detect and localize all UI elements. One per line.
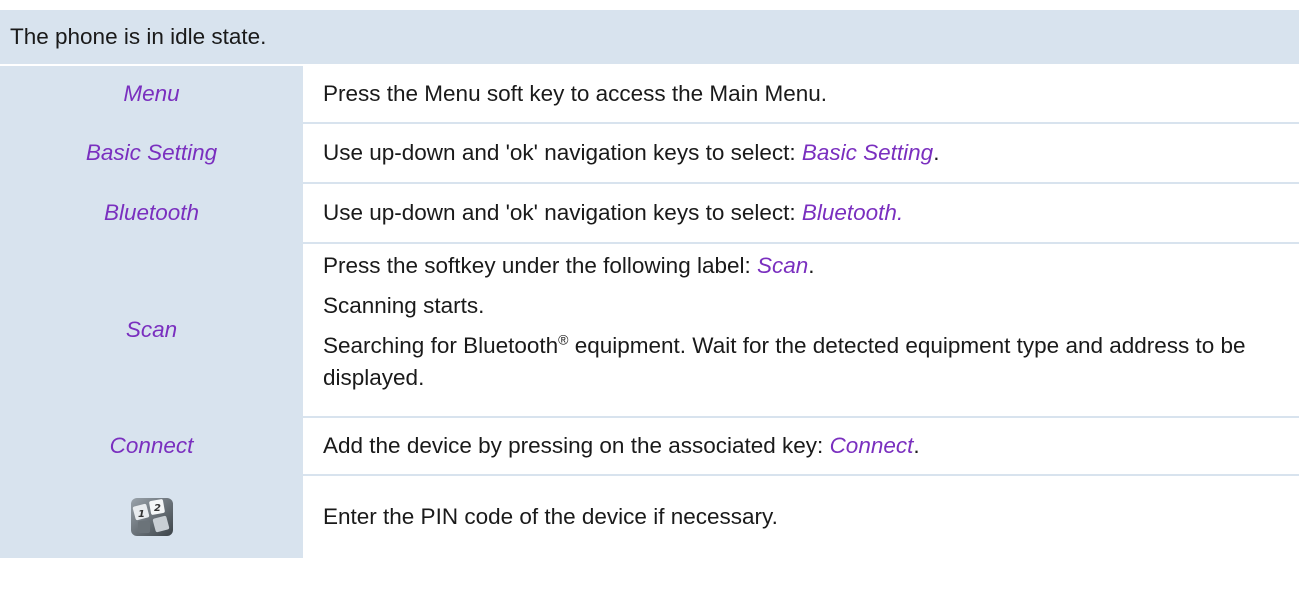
step-text: Use up-down and 'ok' navigation keys to … (323, 137, 1287, 169)
svg-text:2: 2 (154, 503, 161, 514)
step-text: Enter the PIN code of the device if nece… (323, 504, 778, 529)
table-row: Basic Setting Use up-down and 'ok' navig… (0, 124, 1299, 182)
step-text-suffix: . (808, 253, 815, 278)
step-text-prefix: Searching for Bluetooth (323, 333, 559, 358)
table-row: Connect Add the device by pressing on th… (0, 418, 1299, 474)
step-label: Bluetooth (0, 184, 303, 242)
step-text: Scanning starts. (323, 293, 485, 318)
step-description: Press the softkey under the following la… (305, 244, 1299, 416)
step-text-emphasis: Bluetooth. (801, 200, 904, 225)
svg-text:1: 1 (138, 509, 145, 520)
step-description: Enter the PIN code of the device if nece… (305, 476, 1299, 558)
step-description: Press the Menu soft key to access the Ma… (305, 66, 1299, 122)
step-text-prefix: Add the device by pressing on the associ… (323, 433, 830, 458)
step-text: Use up-down and 'ok' navigation keys to … (323, 197, 1287, 229)
step-label: Menu (0, 66, 303, 122)
step-text: Searching for Bluetooth® equipment. Wait… (323, 330, 1287, 394)
keypad-icon: 1 2 (130, 498, 173, 536)
table-row: Scan Press the softkey under the followi… (0, 244, 1299, 416)
step-text-emphasis: Scan (757, 253, 809, 278)
registered-mark: ® (558, 331, 569, 348)
step-text: Press the Menu soft key to access the Ma… (323, 81, 827, 106)
step-label: Basic Setting (0, 124, 303, 182)
instruction-document: The phone is in idle state. Menu Press t… (0, 0, 1299, 600)
step-text: Press the softkey under the following la… (323, 250, 1287, 282)
step-text-prefix: Press the softkey under the following la… (323, 253, 757, 278)
table-row: Bluetooth Use up-down and 'ok' navigatio… (0, 184, 1299, 242)
step-description: Use up-down and 'ok' navigation keys to … (305, 124, 1299, 182)
step-text-emphasis: Basic Setting (801, 140, 934, 165)
step-text-prefix: Use up-down and 'ok' navigation keys to … (323, 140, 802, 165)
step-text: Add the device by pressing on the associ… (323, 430, 1287, 462)
step-label: Scan (0, 244, 303, 416)
step-description: Use up-down and 'ok' navigation keys to … (305, 184, 1299, 242)
step-text-suffix: . (913, 433, 920, 458)
table-row: 1 2 Enter the PIN code of the device if … (0, 476, 1299, 558)
step-label: Connect (0, 418, 303, 474)
step-text-emphasis: Connect (829, 433, 914, 458)
step-text-prefix: Use up-down and 'ok' navigation keys to … (323, 200, 802, 225)
step-icon-cell: 1 2 (0, 476, 303, 558)
table-row: Menu Press the Menu soft key to access t… (0, 66, 1299, 122)
step-text-suffix: . (933, 140, 940, 165)
table-header: The phone is in idle state. (0, 10, 1299, 64)
step-description: Add the device by pressing on the associ… (305, 418, 1299, 474)
